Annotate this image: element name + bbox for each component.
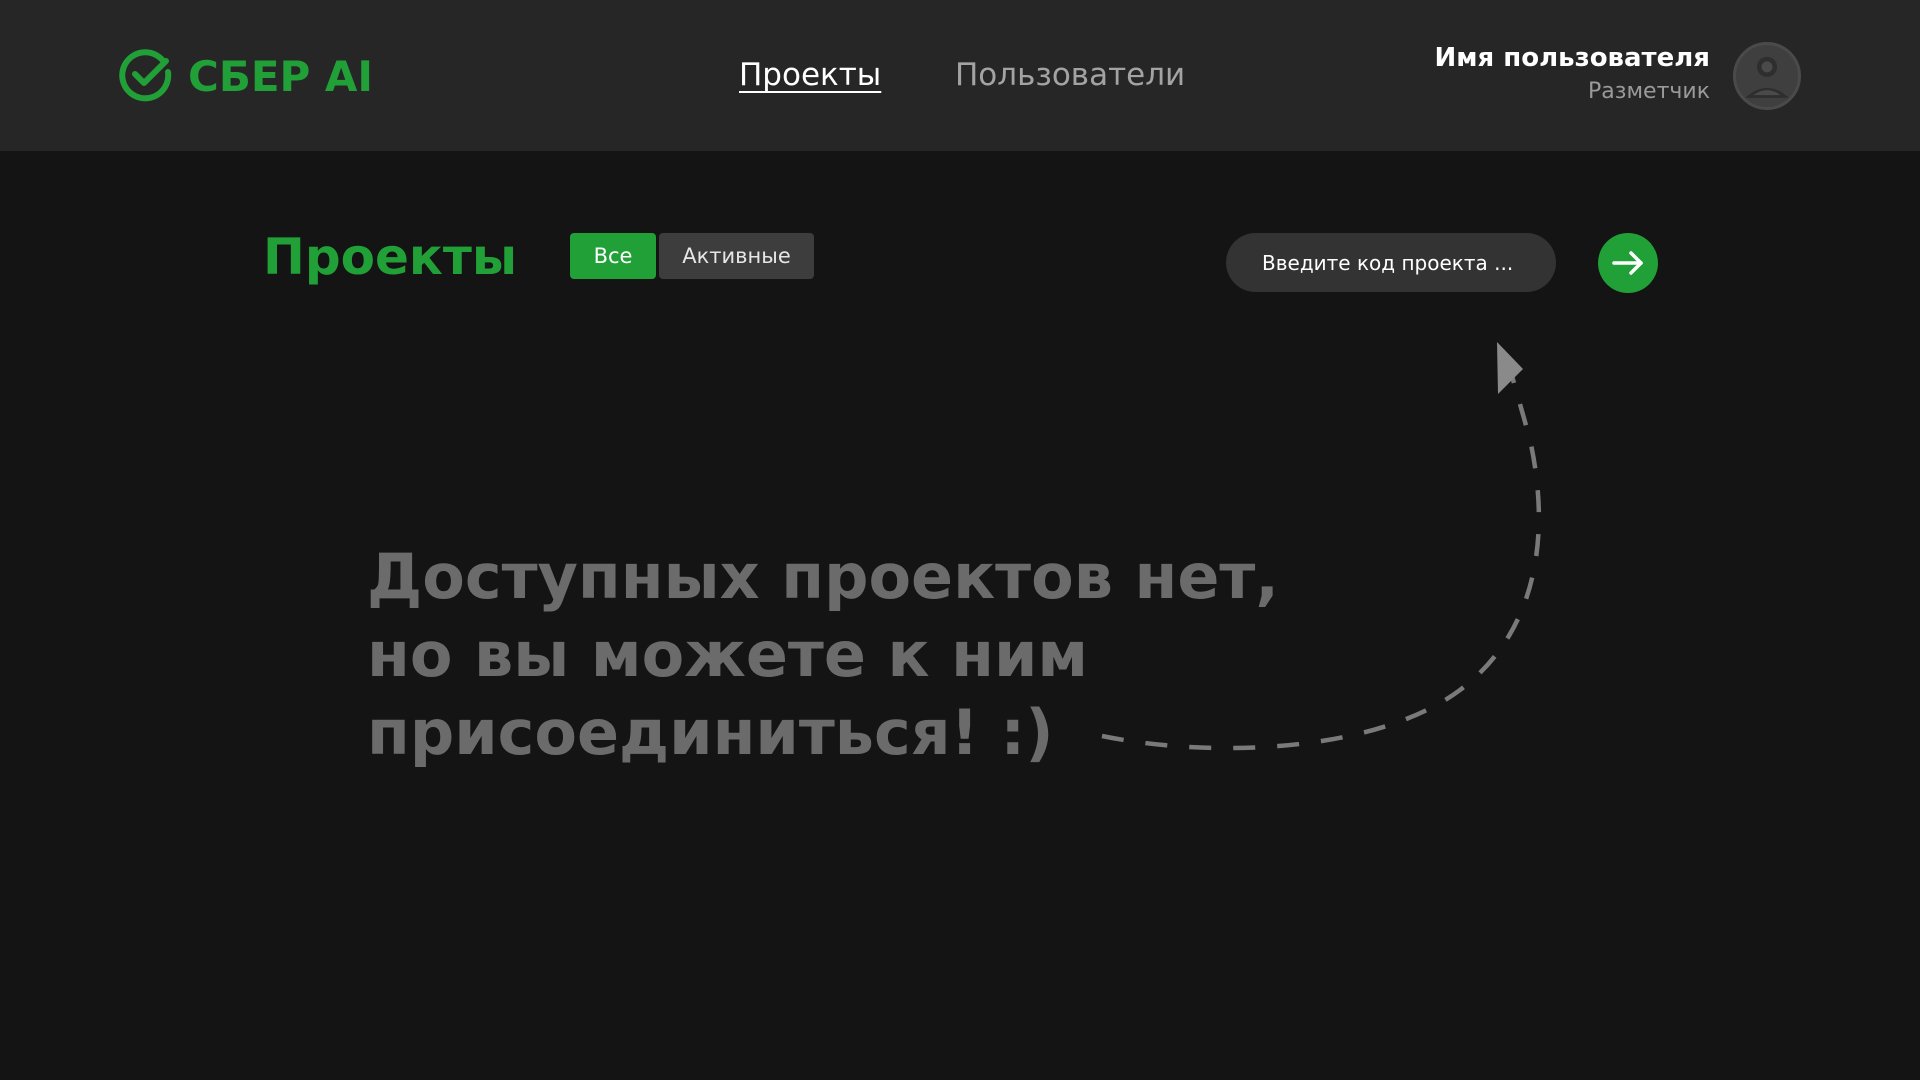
nav-users[interactable]: Пользователи	[955, 54, 1185, 96]
sber-check-logo-icon	[119, 49, 172, 102]
project-code-input[interactable]	[1226, 233, 1556, 292]
top-header: СБЕР AI Проекты Пользователи Имя пользов…	[0, 0, 1920, 151]
user-role: Разметчик	[1588, 79, 1710, 104]
user-name: Имя пользователя	[1434, 43, 1710, 73]
logo-text: СБЕР AI	[188, 51, 374, 101]
project-filter: Все Активные	[570, 233, 814, 279]
arrow-right-icon	[1612, 251, 1643, 275]
page-title: Проекты	[263, 228, 518, 286]
filter-active-button[interactable]: Активные	[659, 233, 814, 279]
user-avatar-icon	[1745, 56, 1789, 98]
dashed-curved-arrow-icon	[1101, 342, 1542, 751]
logo[interactable]: СБЕР AI	[118, 48, 373, 104]
join-project-button[interactable]	[1598, 233, 1658, 293]
avatar[interactable]	[1733, 42, 1801, 110]
user-info: Имя пользователя Разметчик	[1435, 40, 1710, 108]
filter-all-button[interactable]: Все	[570, 233, 656, 279]
nav-projects[interactable]: Проекты	[739, 54, 881, 96]
